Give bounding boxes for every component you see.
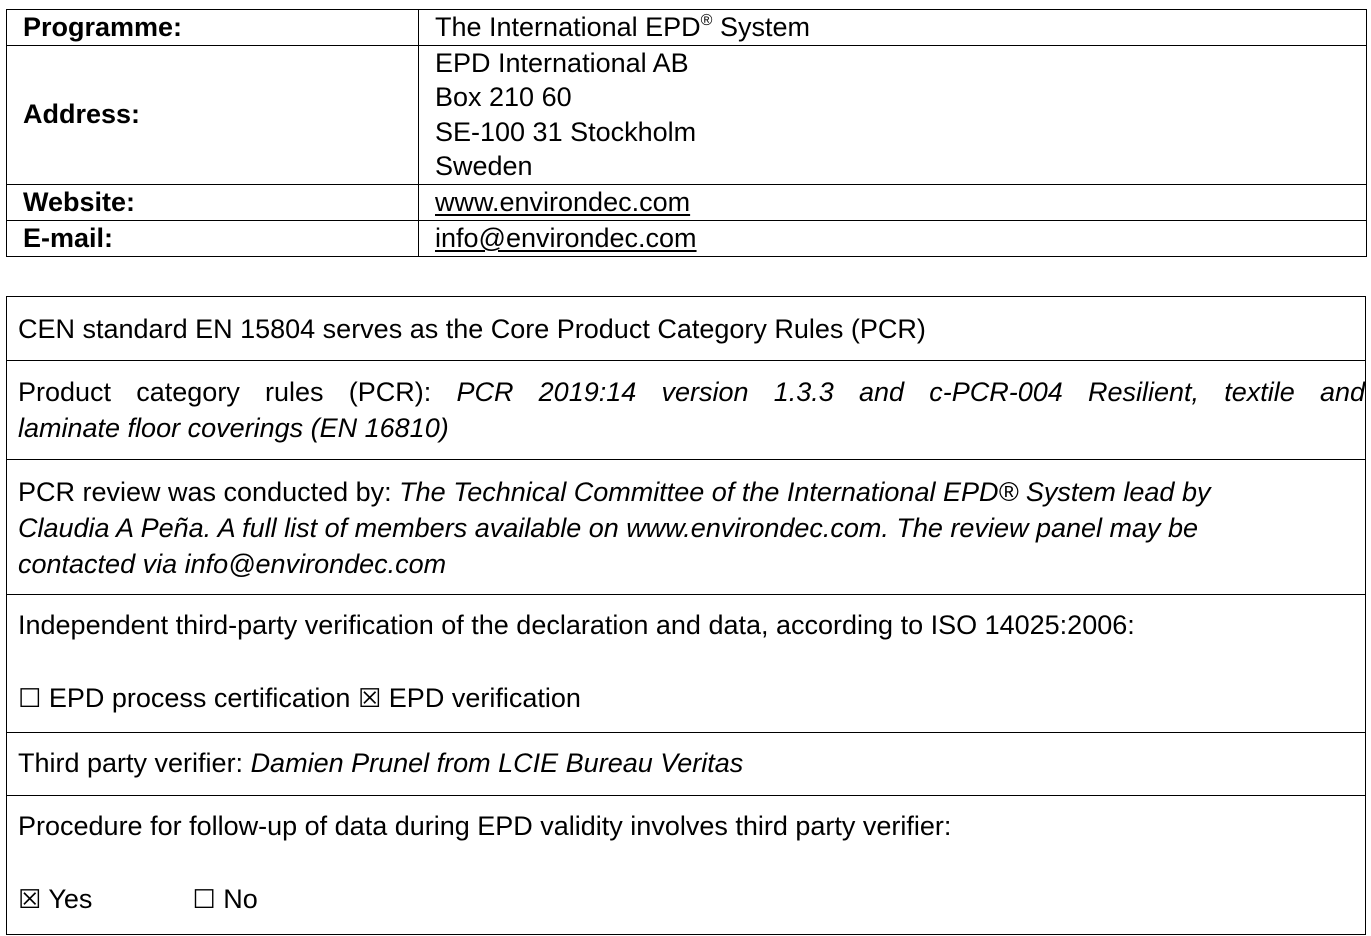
email-row: E-mail: info@environdec.com — [6, 219, 1367, 257]
epd-verification-label: EPD verification — [388, 683, 581, 713]
independent-verification-text: Independent third-party verification of … — [18, 610, 1135, 640]
website-row: Website: www.environdec.com — [6, 183, 1367, 221]
verification-box: CEN standard EN 15804 serves as the Core… — [6, 296, 1366, 935]
pcr-value: PCR 2019:14 version 1.3.3 and c-PCR-004 … — [456, 377, 1366, 407]
follow-up-row: Procedure for follow-up of data during E… — [7, 796, 1365, 935]
programme-info-table: Programme: The International EPD® System… — [6, 9, 1367, 257]
core-pcr-text: CEN standard EN 15804 serves as the Core… — [18, 314, 926, 344]
third-party-verifier-row: Third party verifier: Damien Prunel from… — [7, 733, 1365, 796]
email-link[interactable]: info@environdec.com — [435, 223, 697, 253]
programme-row: Programme: The International EPD® System — [6, 9, 1367, 46]
pcr-review-row: PCR review was conducted by: The Technic… — [7, 460, 1365, 595]
programme-label: Programme: — [6, 9, 419, 46]
pcr-row: Product category rules (PCR): PCR 2019:1… — [7, 361, 1365, 460]
address-label: Address: — [6, 44, 419, 185]
website-link[interactable]: www.environdec.com — [435, 187, 690, 217]
process-certification-label: EPD process certification — [48, 683, 351, 713]
address-line: Sweden — [435, 151, 533, 181]
address-line: SE-100 31 Stockholm — [435, 116, 697, 147]
verifier-value: Damien Prunel from LCIE Bureau Veritas — [250, 748, 744, 778]
follow-up-text: Procedure for follow-up of data during E… — [18, 811, 952, 841]
email-label: E-mail: — [6, 219, 419, 257]
process-certification-checkbox-icon[interactable]: ☐ — [18, 684, 41, 714]
pcr-label: Product category rules (PCR): — [18, 377, 457, 407]
address-line: EPD International AB — [435, 47, 689, 78]
verifier-label: Third party verifier: — [18, 748, 251, 778]
programme-value: The International EPD® System — [418, 9, 1367, 46]
address-line: Box 210 60 — [435, 82, 572, 112]
registered-mark: ® — [700, 12, 713, 29]
website-label: Website: — [6, 183, 419, 221]
review-label: PCR review was conducted by: — [18, 477, 400, 507]
independent-verification-row: Independent third-party verification of … — [7, 595, 1365, 733]
address-value: EPD International AB Box 210 60 SE-100 3… — [418, 44, 1367, 185]
core-pcr-row: CEN standard EN 15804 serves as the Core… — [7, 297, 1365, 361]
yes-checkbox-icon[interactable]: ☒ — [18, 885, 41, 915]
review-value: The Technical Committee of the Internati… — [399, 477, 1211, 507]
address-row: Address: EPD International AB Box 210 60… — [6, 44, 1367, 185]
review-value-line2: Claudia A Peña. A full list of members a… — [18, 513, 1199, 543]
review-value-line3: contacted via info@environdec.com — [18, 549, 447, 579]
yes-label: Yes — [48, 884, 93, 914]
no-checkbox-icon[interactable]: ☐ — [192, 885, 215, 915]
no-label: No — [223, 884, 258, 914]
epd-verification-checkbox-icon[interactable]: ☒ — [358, 684, 381, 714]
pcr-value-continued: laminate floor coverings (EN 16810) — [18, 413, 449, 443]
